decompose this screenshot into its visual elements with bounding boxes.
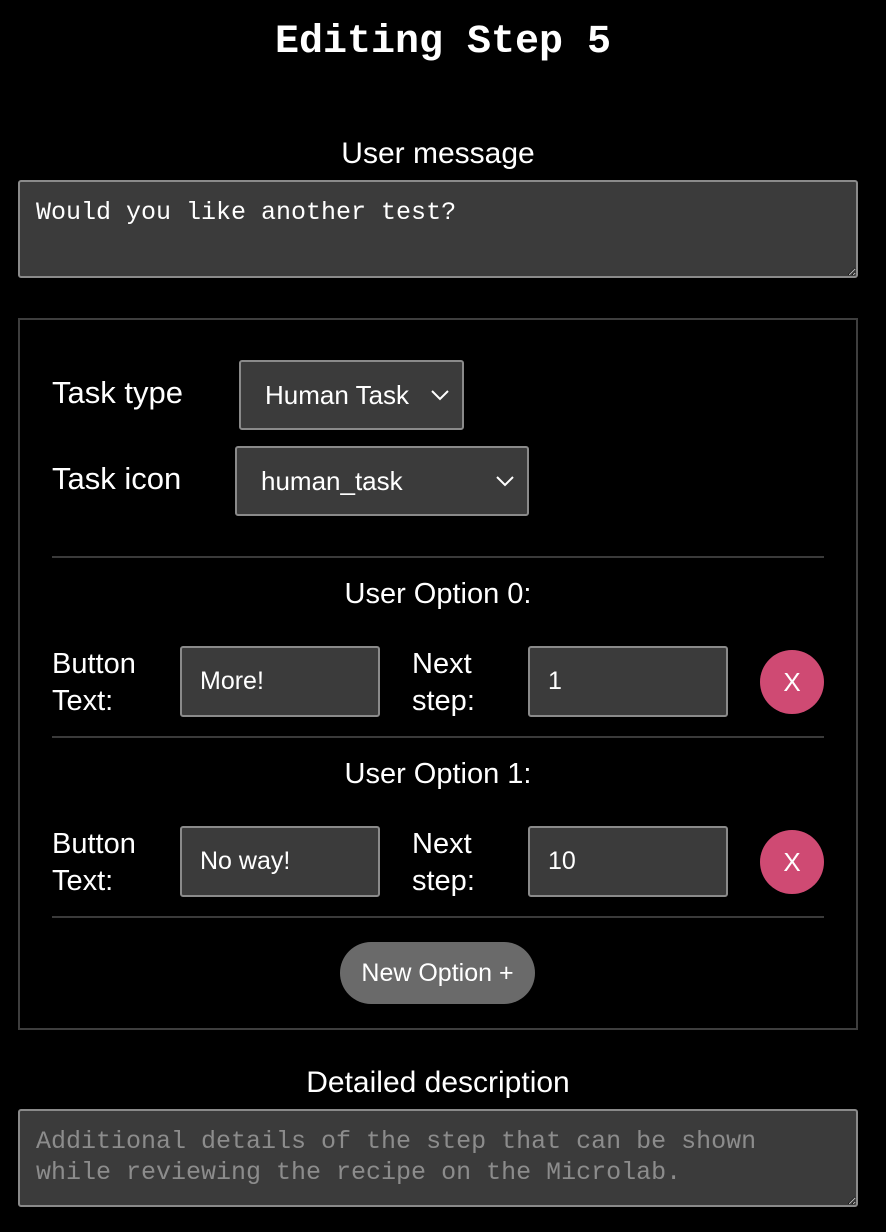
next-step-label-line-1: Next xyxy=(412,648,472,680)
divider xyxy=(52,916,824,918)
task-type-label: Task type xyxy=(52,375,183,410)
user-message-label: User message xyxy=(341,137,535,170)
user-option-1-title: User Option 1: xyxy=(344,758,532,790)
button-text-label-line-1: Button xyxy=(52,648,136,680)
user-message-input[interactable] xyxy=(18,180,858,278)
divider xyxy=(52,556,824,558)
next-step-label-line-2: step: xyxy=(412,685,475,717)
task-type-value: Human Task xyxy=(265,380,410,410)
remove-option-1-button[interactable]: X xyxy=(760,830,824,894)
chevron-down-icon xyxy=(496,476,514,487)
button-text-label-line-2: Text: xyxy=(52,685,114,717)
task-icon-select[interactable]: human_task xyxy=(235,446,529,516)
next-step-label-line-1: Next xyxy=(412,828,472,860)
button-text-label: Button Text: xyxy=(52,646,136,720)
task-icon-value: human_task xyxy=(261,466,403,496)
chevron-down-icon xyxy=(431,390,449,401)
new-option-button[interactable]: New Option + xyxy=(340,942,535,1004)
detailed-description-input[interactable] xyxy=(18,1109,858,1207)
button-text-label-line-1: Button xyxy=(52,828,136,860)
user-option-0-title: User Option 0: xyxy=(344,578,532,610)
detailed-description-label: Detailed description xyxy=(306,1066,570,1099)
next-step-label: Next step: xyxy=(412,646,475,720)
task-icon-label: Task icon xyxy=(52,461,182,496)
button-text-label-line-2: Text: xyxy=(52,865,114,897)
task-type-select[interactable]: Human Task xyxy=(239,360,464,430)
option-0-next-step-input[interactable] xyxy=(528,646,728,717)
option-1-button-text-input[interactable] xyxy=(180,826,380,897)
option-0-button-text-input[interactable] xyxy=(180,646,380,717)
next-step-label: Next step: xyxy=(412,826,475,900)
divider xyxy=(52,736,824,738)
page-title: Editing Step 5 xyxy=(274,20,612,65)
option-1-next-step-input[interactable] xyxy=(528,826,728,897)
remove-option-0-button[interactable]: X xyxy=(760,650,824,714)
next-step-label-line-2: step: xyxy=(412,865,475,897)
button-text-label: Button Text: xyxy=(52,826,136,900)
